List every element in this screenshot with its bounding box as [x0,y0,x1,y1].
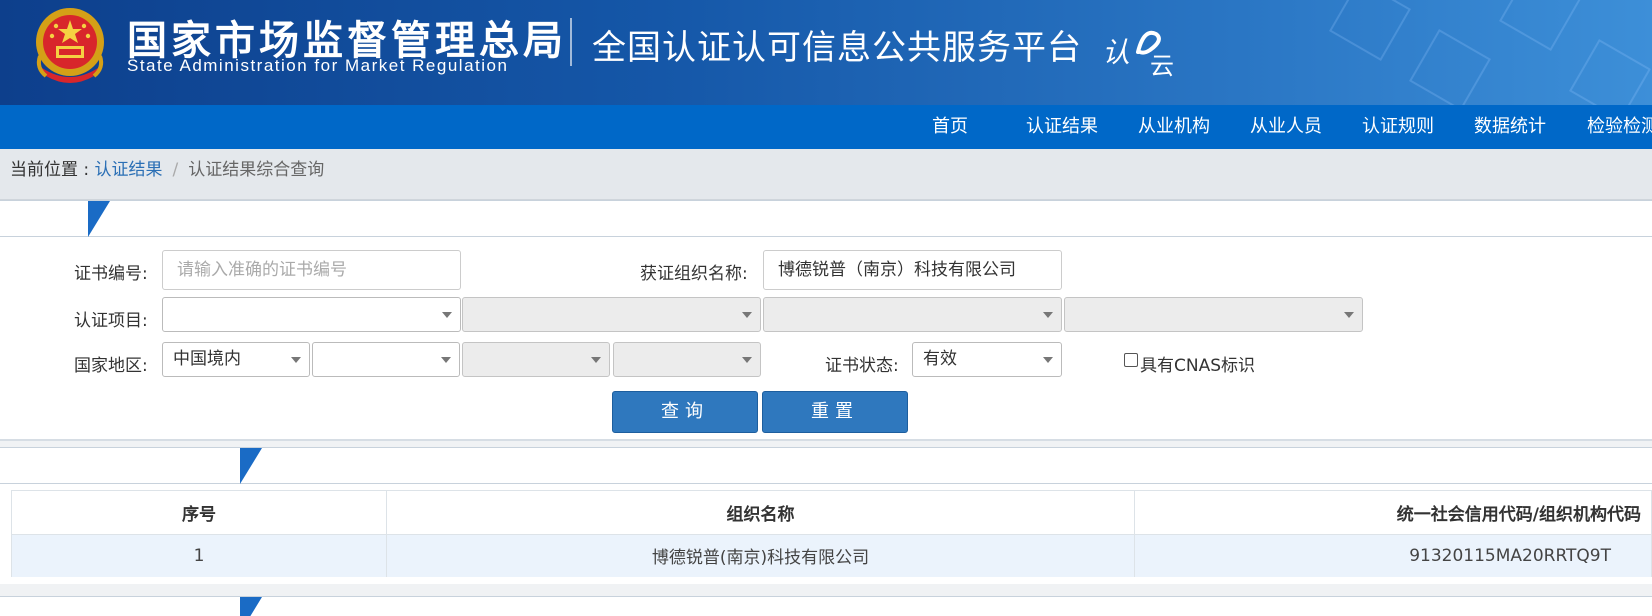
cnas-checkbox[interactable] [1124,353,1138,367]
org-table-area: 序号 组织名称 统一社会信用代码/组织机构代码 1 博德锐普(南京)科技有限公司… [0,484,1652,584]
header-banner: 国家市场监督管理总局 State Administration for Mark… [0,0,1652,105]
reset-button[interactable]: 重置 [762,391,908,433]
cert-section-header: 证书列表(点击查看详细信息) [0,596,1652,616]
project-select-2[interactable] [462,297,761,332]
chevron-down-icon [1043,357,1053,363]
breadcrumb-prefix: 当前位置 : [10,160,95,180]
project-select-4[interactable] [1064,297,1363,332]
cnas-label: 具有CNAS标识 [1140,356,1256,376]
decorative-hexagon [1409,29,1491,105]
search-button[interactable]: 查询 [612,391,758,433]
svg-text:认: 认 [1102,36,1130,69]
nav-cert-results[interactable]: 认证结果 [1026,105,1098,149]
org-section-header: 组织列表(点击查看证书信息) [0,447,1652,484]
breadcrumb-current: 认证结果综合查询 [188,160,325,180]
nav-practitioners[interactable]: 从业人员 [1250,105,1322,149]
main-nav: 首页 认证结果 从业机构 从业人员 认证规则 数据统计 检验检测 [0,105,1652,149]
nav-home[interactable]: 首页 [932,105,968,149]
breadcrumb-separator: / [172,160,179,180]
chevron-down-icon [441,357,451,363]
region-select-province[interactable] [312,342,460,377]
org-section-tab: 组织列表(点击查看证书信息) [0,448,262,484]
cert-section-title: 证书列表(点击查看详细信息) [5,605,223,616]
region-select-city[interactable] [462,342,610,377]
status-select[interactable]: 有效 [912,342,1062,377]
cert-section-tab: 证书列表(点击查看详细信息) [0,597,262,616]
chevron-down-icon [442,312,452,318]
query-section-header: 查询条件 [0,200,1652,237]
region-label: 国家地区: [74,356,148,376]
chevron-down-icon [1043,312,1053,318]
status-selected-value: 有效 [923,349,957,369]
cell-org-name[interactable]: 博德锐普(南京)科技有限公司 [386,534,1135,577]
breadcrumb-link-cert-results[interactable]: 认证结果 [95,160,163,180]
decorative-hexagon [1329,0,1411,61]
org-section-title: 组织列表(点击查看证书信息) [5,456,223,476]
platform-logo-icon: 认 云 [1102,30,1174,78]
org-table: 序号 组织名称 统一社会信用代码/组织机构代码 1 博德锐普(南京)科技有限公司… [11,490,1652,577]
svg-text:云: 云 [1150,52,1174,78]
region-select-district[interactable] [613,342,761,377]
project-label: 认证项目: [74,311,148,331]
brand-divider [570,18,572,66]
col-header-index: 序号 [11,490,387,535]
org-name-label: 获证组织名称: [640,264,748,284]
platform-title: 全国认证认可信息公共服务平台 [592,28,1082,68]
breadcrumb: 当前位置 : 认证结果 / 认证结果综合查询 [0,149,1652,200]
org-name-input[interactable]: 博德锐普（南京）科技有限公司 [763,250,1062,290]
decorative-hexagon [1499,0,1581,51]
national-emblem-icon [36,8,104,83]
cell-index: 1 [11,534,387,577]
query-section-title: 查询条件 [5,209,73,229]
table-row[interactable]: 1 博德锐普(南京)科技有限公司 91320115MA20RRTQ9T [11,534,1652,577]
region-selected-value: 中国境内 [173,349,241,369]
nav-inspection[interactable]: 检验检测 [1587,105,1652,149]
chevron-down-icon [1344,312,1354,318]
chevron-down-icon [742,357,752,363]
status-label: 证书状态: [825,356,899,376]
project-select-3[interactable] [763,297,1062,332]
query-section-tab: 查询条件 [0,201,110,237]
cert-no-label: 证书编号: [74,264,148,284]
region-select-country[interactable]: 中国境内 [162,342,310,377]
nav-statistics[interactable]: 数据统计 [1474,105,1546,149]
chevron-down-icon [291,357,301,363]
chevron-down-icon [742,312,752,318]
query-form: 证书编号: 请输入准确的证书编号 获证组织名称: 博德锐普（南京）科技有限公司 … [0,237,1652,441]
brand-title-en: State Administration for Market Regulati… [127,56,509,75]
project-select-1[interactable] [162,297,461,332]
nav-cert-rules[interactable]: 认证规则 [1362,105,1434,149]
nav-institutions[interactable]: 从业机构 [1138,105,1210,149]
cell-credit-code: 91320115MA20RRTQ9T [1134,534,1652,577]
table-header-row: 序号 组织名称 统一社会信用代码/组织机构代码 [11,490,1652,535]
cert-no-input[interactable]: 请输入准确的证书编号 [162,250,461,290]
col-header-org-name: 组织名称 [386,490,1135,535]
col-header-credit-code: 统一社会信用代码/组织机构代码 [1134,490,1652,535]
chevron-down-icon [591,357,601,363]
decorative-hexagon [1569,39,1651,105]
